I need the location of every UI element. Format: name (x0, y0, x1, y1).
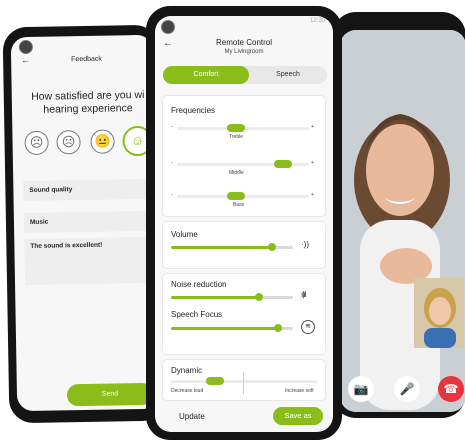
frequencies-card: Frequencies - + Treble - + Middle - + Ba… (163, 96, 325, 216)
bass-slider[interactable] (177, 192, 309, 200)
noise-speech-card: Noise reduction ı|ıl Speech Focus ≋ (163, 274, 325, 354)
sound-quality-row[interactable]: Sound quality (23, 177, 160, 202)
noise-reduction-label: Noise reduction (171, 280, 227, 289)
save-as-button[interactable]: Save as (273, 407, 323, 425)
treble-slider[interactable] (177, 124, 309, 132)
decrease-loud-label: Decrease loud (171, 388, 204, 394)
plus-sign: + (311, 160, 314, 166)
increase-soft-label: Increase soft (285, 388, 314, 394)
noise-reduction-slider[interactable] (171, 293, 293, 301)
minus-sign: - (171, 160, 173, 166)
dynamic-card: Dynamic Decrease loud Increase soft (163, 360, 325, 400)
speech-focus-handle[interactable] (274, 324, 283, 332)
frequencies-label: Frequencies (171, 106, 216, 115)
middle-label: Middle (229, 170, 244, 176)
page-subtitle: My Livingroom (224, 49, 264, 55)
right-phone: 📷 🎤 ☎ (332, 12, 465, 418)
angry-face-icon[interactable]: ☹ (24, 130, 49, 156)
middle-handle[interactable] (273, 160, 292, 168)
treble-handle[interactable] (227, 124, 246, 132)
speech-focus-label: Speech Focus (171, 310, 223, 319)
volume-card: Volume ·)) (163, 222, 325, 268)
bass-label: Bass (233, 202, 245, 208)
noise-reduction-fill (171, 296, 259, 299)
middle-slider[interactable] (177, 160, 309, 168)
speaker-icon: ·)) (301, 240, 309, 249)
bass-handle[interactable] (227, 192, 246, 200)
camera-hole (161, 20, 175, 34)
dynamic-slider[interactable] (171, 377, 317, 385)
sad-face-icon[interactable]: ☹ (56, 130, 81, 155)
center-divider (243, 372, 244, 394)
sound-wave-icon: ı|ıl (301, 290, 306, 299)
back-arrow-icon[interactable]: ← (21, 55, 30, 65)
volume-handle[interactable] (268, 243, 277, 251)
speech-focus-slider[interactable] (171, 324, 293, 332)
noise-reduction-handle[interactable] (254, 293, 263, 301)
dynamic-handle[interactable] (205, 377, 224, 385)
send-button[interactable]: Send (66, 382, 154, 407)
camera-hole (18, 39, 34, 55)
volume-fill (171, 246, 273, 249)
dynamic-label: Dynamic (171, 366, 203, 375)
remote-control-screen: 12:30 ← Remote Control My Livingroom Com… (155, 16, 333, 432)
plus-sign: + (311, 124, 314, 130)
page-title: Remote Control (215, 38, 273, 47)
status-time: 12:30 (309, 18, 325, 24)
hang-up-icon[interactable]: ☎ (438, 376, 464, 402)
speech-focus-fill (171, 327, 279, 330)
question-text: How satisfied are you wi hearing experie… (31, 88, 145, 116)
focus-icon: ≋ (301, 320, 315, 334)
music-row[interactable]: Music (23, 209, 160, 234)
left-phone: ← Feedback How satisfied are you wi hear… (2, 24, 166, 424)
caller-photo (340, 30, 465, 412)
neutral-face-icon[interactable]: 😐 (90, 129, 115, 154)
volume-slider[interactable] (171, 243, 293, 251)
tab-comfort[interactable]: Comfort (163, 66, 249, 84)
self-view-thumbnail (414, 278, 464, 348)
plus-sign: + (311, 192, 314, 198)
volume-label: Volume (171, 230, 198, 239)
microphone-icon[interactable]: 🎤 (394, 376, 420, 402)
comment-row[interactable]: The sound is excellent! (24, 235, 160, 286)
tab-speech[interactable]: Speech (249, 66, 327, 84)
minus-sign: - (171, 124, 173, 130)
minus-sign: - (171, 192, 173, 198)
feedback-title: Feedback (71, 55, 102, 64)
feedback-screen: ← Feedback How satisfied are you wi hear… (10, 34, 160, 412)
camera-icon[interactable]: 📷 (348, 376, 374, 402)
treble-label: Treble (229, 134, 243, 140)
video-call-screen: 📷 🎤 ☎ (340, 30, 465, 412)
update-button[interactable]: Update (179, 412, 205, 421)
middle-phone: 12:30 ← Remote Control My Livingroom Com… (146, 6, 342, 440)
tab-bar: Comfort Speech (163, 66, 327, 84)
